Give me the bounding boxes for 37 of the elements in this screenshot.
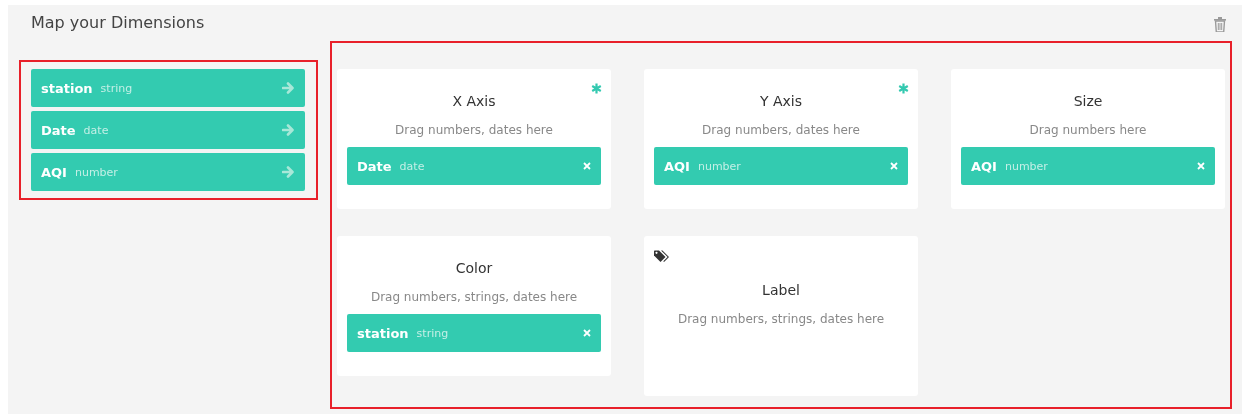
tags-icon — [654, 250, 670, 263]
card-title: Color — [455, 260, 493, 276]
dimension-chip[interactable]: Date date — [31, 111, 305, 149]
close-icon[interactable] — [890, 162, 898, 170]
dimension-type: date — [399, 159, 426, 173]
dimension-type: string — [100, 81, 134, 95]
dimension-chip[interactable]: station string — [31, 69, 305, 107]
card-title: X Axis — [452, 93, 496, 109]
drop-hint: Drag numbers here — [1029, 123, 1147, 137]
trash-icon[interactable] — [1214, 16, 1226, 32]
dimension-name: AQI — [664, 158, 690, 174]
dimension-chip[interactable]: AQI number — [31, 153, 305, 191]
drop-hint: Drag numbers, strings, dates here — [677, 312, 885, 326]
arrow-icon — [282, 124, 295, 136]
card-title: Size — [1073, 93, 1103, 109]
dimension-type: date — [83, 123, 110, 137]
drop-hint: Drag numbers, strings, dates here — [370, 290, 578, 304]
section-title: Map your Dimensions — [30, 12, 205, 32]
dimension-type: number — [1004, 159, 1049, 173]
arrow-icon — [282, 166, 295, 178]
card-title: Y Axis — [759, 93, 803, 109]
drop-hint: Drag numbers, dates here — [395, 123, 553, 137]
dimension-name: Date — [357, 158, 392, 174]
dimension-name: AQI — [41, 164, 67, 180]
dimension-name: Date — [41, 122, 76, 138]
close-icon[interactable] — [583, 162, 591, 170]
close-icon[interactable] — [1197, 162, 1205, 170]
arrow-icon — [282, 82, 295, 94]
close-icon[interactable] — [583, 329, 591, 337]
dimension-type: number — [74, 165, 119, 179]
drop-hint: Drag numbers, dates here — [702, 123, 860, 137]
dimension-name: station — [41, 80, 93, 96]
dimension-type: string — [416, 326, 450, 340]
dimension-type: number — [697, 159, 742, 173]
dimension-name: AQI — [971, 158, 997, 174]
card-title: Label — [762, 282, 800, 298]
dimension-name: station — [357, 325, 409, 341]
